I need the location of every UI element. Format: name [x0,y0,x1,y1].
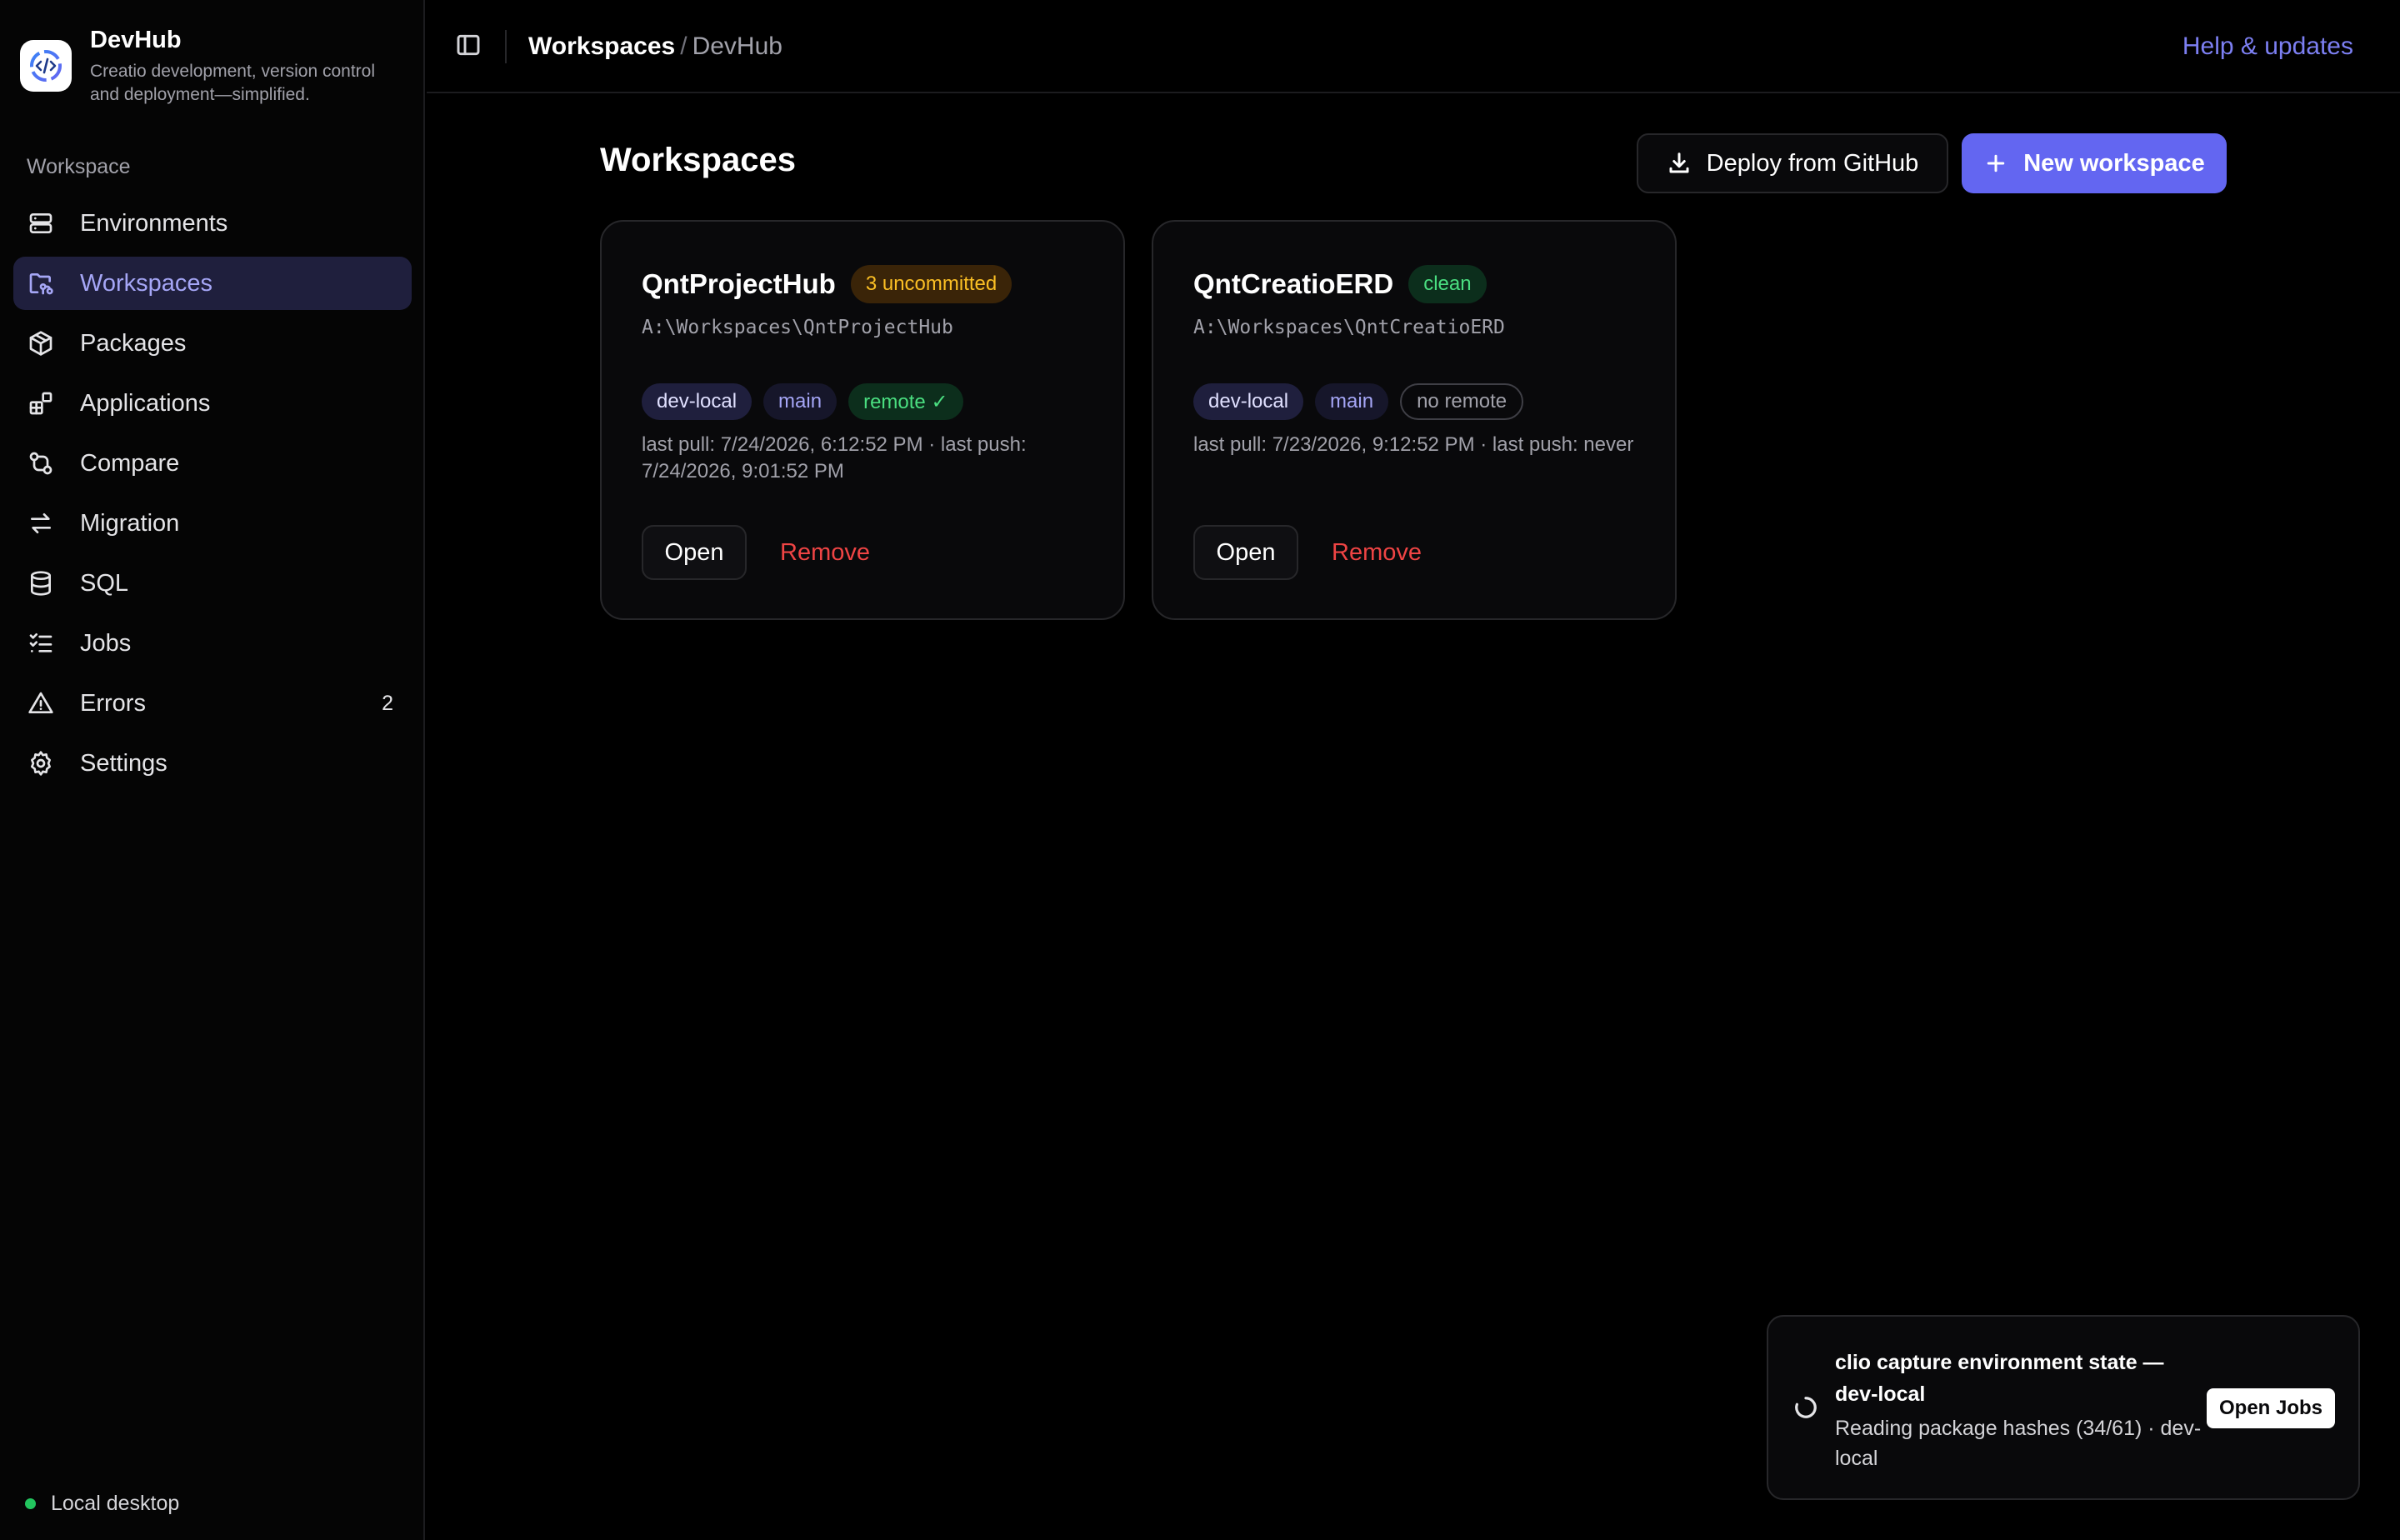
workspace-chips: dev-local main no remote [1193,383,1535,420]
gear-icon [27,749,55,778]
sidebar-item-workspaces[interactable]: Workspaces [13,257,412,310]
database-icon [27,569,55,598]
sidebar-nav: Environments Workspaces Packages Applica… [13,197,412,797]
environment-chip: dev-local [642,383,752,420]
sidebar-item-packages[interactable]: Packages [13,317,412,370]
workspace-state-badge: clean [1408,265,1487,303]
new-workspace-button[interactable]: New workspace [1962,133,2227,193]
devhub-logo-icon [20,40,72,92]
brand-tagline: Creatio development, version control and… [90,62,376,104]
breadcrumb-separator: / [680,32,688,60]
status-dot-icon [25,1498,36,1509]
workspace-path: A:\Workspaces\QntProjectHub [642,317,953,338]
workspace-name: QntCreatioERD [1193,268,1394,299]
sidebar-item-settings[interactable]: Settings [13,737,412,790]
sidebar-item-sql[interactable]: SQL [13,557,412,610]
job-progress-toast: clio capture environment state — dev-loc… [1767,1315,2360,1500]
brand-name: DevHub [90,27,182,53]
sidebar-toggle-button[interactable] [455,32,483,60]
brand: DevHub Creatio development, version cont… [20,25,407,107]
git-compare-icon [27,449,55,478]
sidebar-item-applications[interactable]: Applications [13,377,412,430]
remove-workspace-button[interactable]: Remove [1332,539,1422,567]
sidebar-item-label: Settings [80,749,168,777]
apps-icon [27,389,55,418]
panel-left-icon [457,34,480,56]
workspace-state-badge: 3 uncommitted [850,265,1012,303]
topbar-divider [505,30,507,63]
sidebar: DevHub Creatio development, version cont… [0,0,425,1540]
environment-chip: dev-local [1193,383,1304,420]
remote-chip: remote ✓ [848,383,963,420]
open-jobs-button[interactable]: Open Jobs [2207,1388,2335,1428]
topbar: Workspaces / DevHub Help & updates [427,0,2400,93]
workspace-path: A:\Workspaces\QntCreatioERD [1193,317,1505,338]
workspace-name: QntProjectHub [642,268,836,299]
sidebar-item-label: Jobs [80,629,132,657]
sidebar-item-label: Workspaces [80,269,213,297]
sidebar-item-label: Environments [80,209,228,237]
deploy-from-github-button[interactable]: Deploy from GitHub [1637,133,1948,193]
remove-workspace-button[interactable]: Remove [780,539,870,567]
page-title: Workspaces [600,142,796,178]
sidebar-item-label: Packages [80,329,187,357]
workspace-chips: dev-local main remote ✓ [642,383,975,420]
errors-count-badge: 2 [382,691,393,715]
toast-body: Reading package hashes (34/61) · dev-loc… [1835,1417,2202,1470]
connection-status: Local desktop [25,1492,179,1516]
sidebar-section-label: Workspace [27,155,131,178]
new-workspace-label: New workspace [2023,149,2205,177]
sidebar-item-jobs[interactable]: Jobs [13,617,412,670]
sidebar-item-label: SQL [80,569,129,597]
spinner-icon [1793,1395,1818,1420]
workspace-card: QntCreatioERD clean A:\Workspaces\QntCre… [1152,220,1677,620]
server-icon [27,209,55,238]
breadcrumb: Workspaces / DevHub [528,30,782,63]
folder-git-icon [27,269,55,298]
sidebar-item-label: Applications [80,389,211,417]
open-workspace-button[interactable]: Open [642,525,747,580]
help-updates-link[interactable]: Help & updates [2182,30,2353,63]
workspace-card: QntProjectHub 3 uncommitted A:\Workspace… [600,220,1125,620]
deploy-button-label: Deploy from GitHub [1706,149,1919,177]
open-workspace-button[interactable]: Open [1193,525,1298,580]
sidebar-item-environments[interactable]: Environments [13,197,412,250]
breadcrumb-current[interactable]: Workspaces [528,32,675,60]
connection-status-label: Local desktop [51,1492,180,1515]
warning-triangle-icon [27,689,55,718]
app-root: DevHub Creatio development, version cont… [0,0,2400,1540]
workspace-sync-meta: last pull: 7/23/2026, 9:12:52 PM · last … [1193,433,1634,456]
sidebar-item-label: Compare [80,449,180,477]
workspace-sync-meta: last pull: 7/24/2026, 6:12:52 PM · last … [642,433,1027,482]
plus-icon [1983,151,2008,176]
sidebar-item-label: Migration [80,509,180,537]
branch-chip: main [1315,383,1389,420]
list-checks-icon [27,629,55,658]
breadcrumb-sub: DevHub [692,32,782,60]
arrows-swap-icon [27,509,55,538]
branch-chip: main [763,383,838,420]
download-icon [1667,151,1692,176]
package-icon [27,329,55,358]
sidebar-item-label: Errors [80,689,146,717]
sidebar-item-migration[interactable]: Migration [13,497,412,550]
toast-title: clio capture environment state — dev-loc… [1835,1351,2164,1406]
sidebar-item-errors[interactable]: Errors 2 [13,677,412,730]
sidebar-item-compare[interactable]: Compare [13,437,412,490]
remote-chip: no remote [1400,383,1524,420]
